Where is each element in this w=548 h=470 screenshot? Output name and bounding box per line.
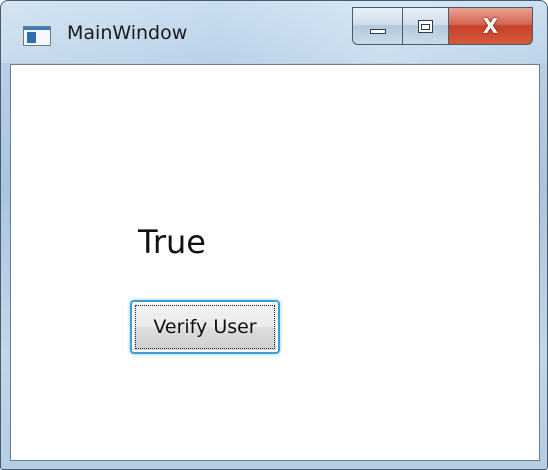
maximize-icon <box>418 19 433 33</box>
client-area: True Verify User <box>10 64 540 461</box>
title-bar[interactable]: MainWindow X <box>1 1 547 63</box>
window-title: MainWindow <box>67 22 188 44</box>
verify-user-button[interactable]: Verify User <box>130 300 280 354</box>
minimize-icon <box>369 28 386 34</box>
maximize-button[interactable] <box>402 7 449 45</box>
close-button[interactable]: X <box>449 7 533 45</box>
minimize-button[interactable] <box>352 7 402 45</box>
window-controls: X <box>352 7 533 45</box>
app-icon-pane <box>27 32 36 43</box>
close-icon: X <box>482 14 499 38</box>
result-label: True <box>138 223 206 261</box>
main-window: MainWindow X True Verify User <box>0 0 548 470</box>
app-window-icon[interactable] <box>23 26 51 46</box>
app-icon-titlebar <box>24 27 50 30</box>
